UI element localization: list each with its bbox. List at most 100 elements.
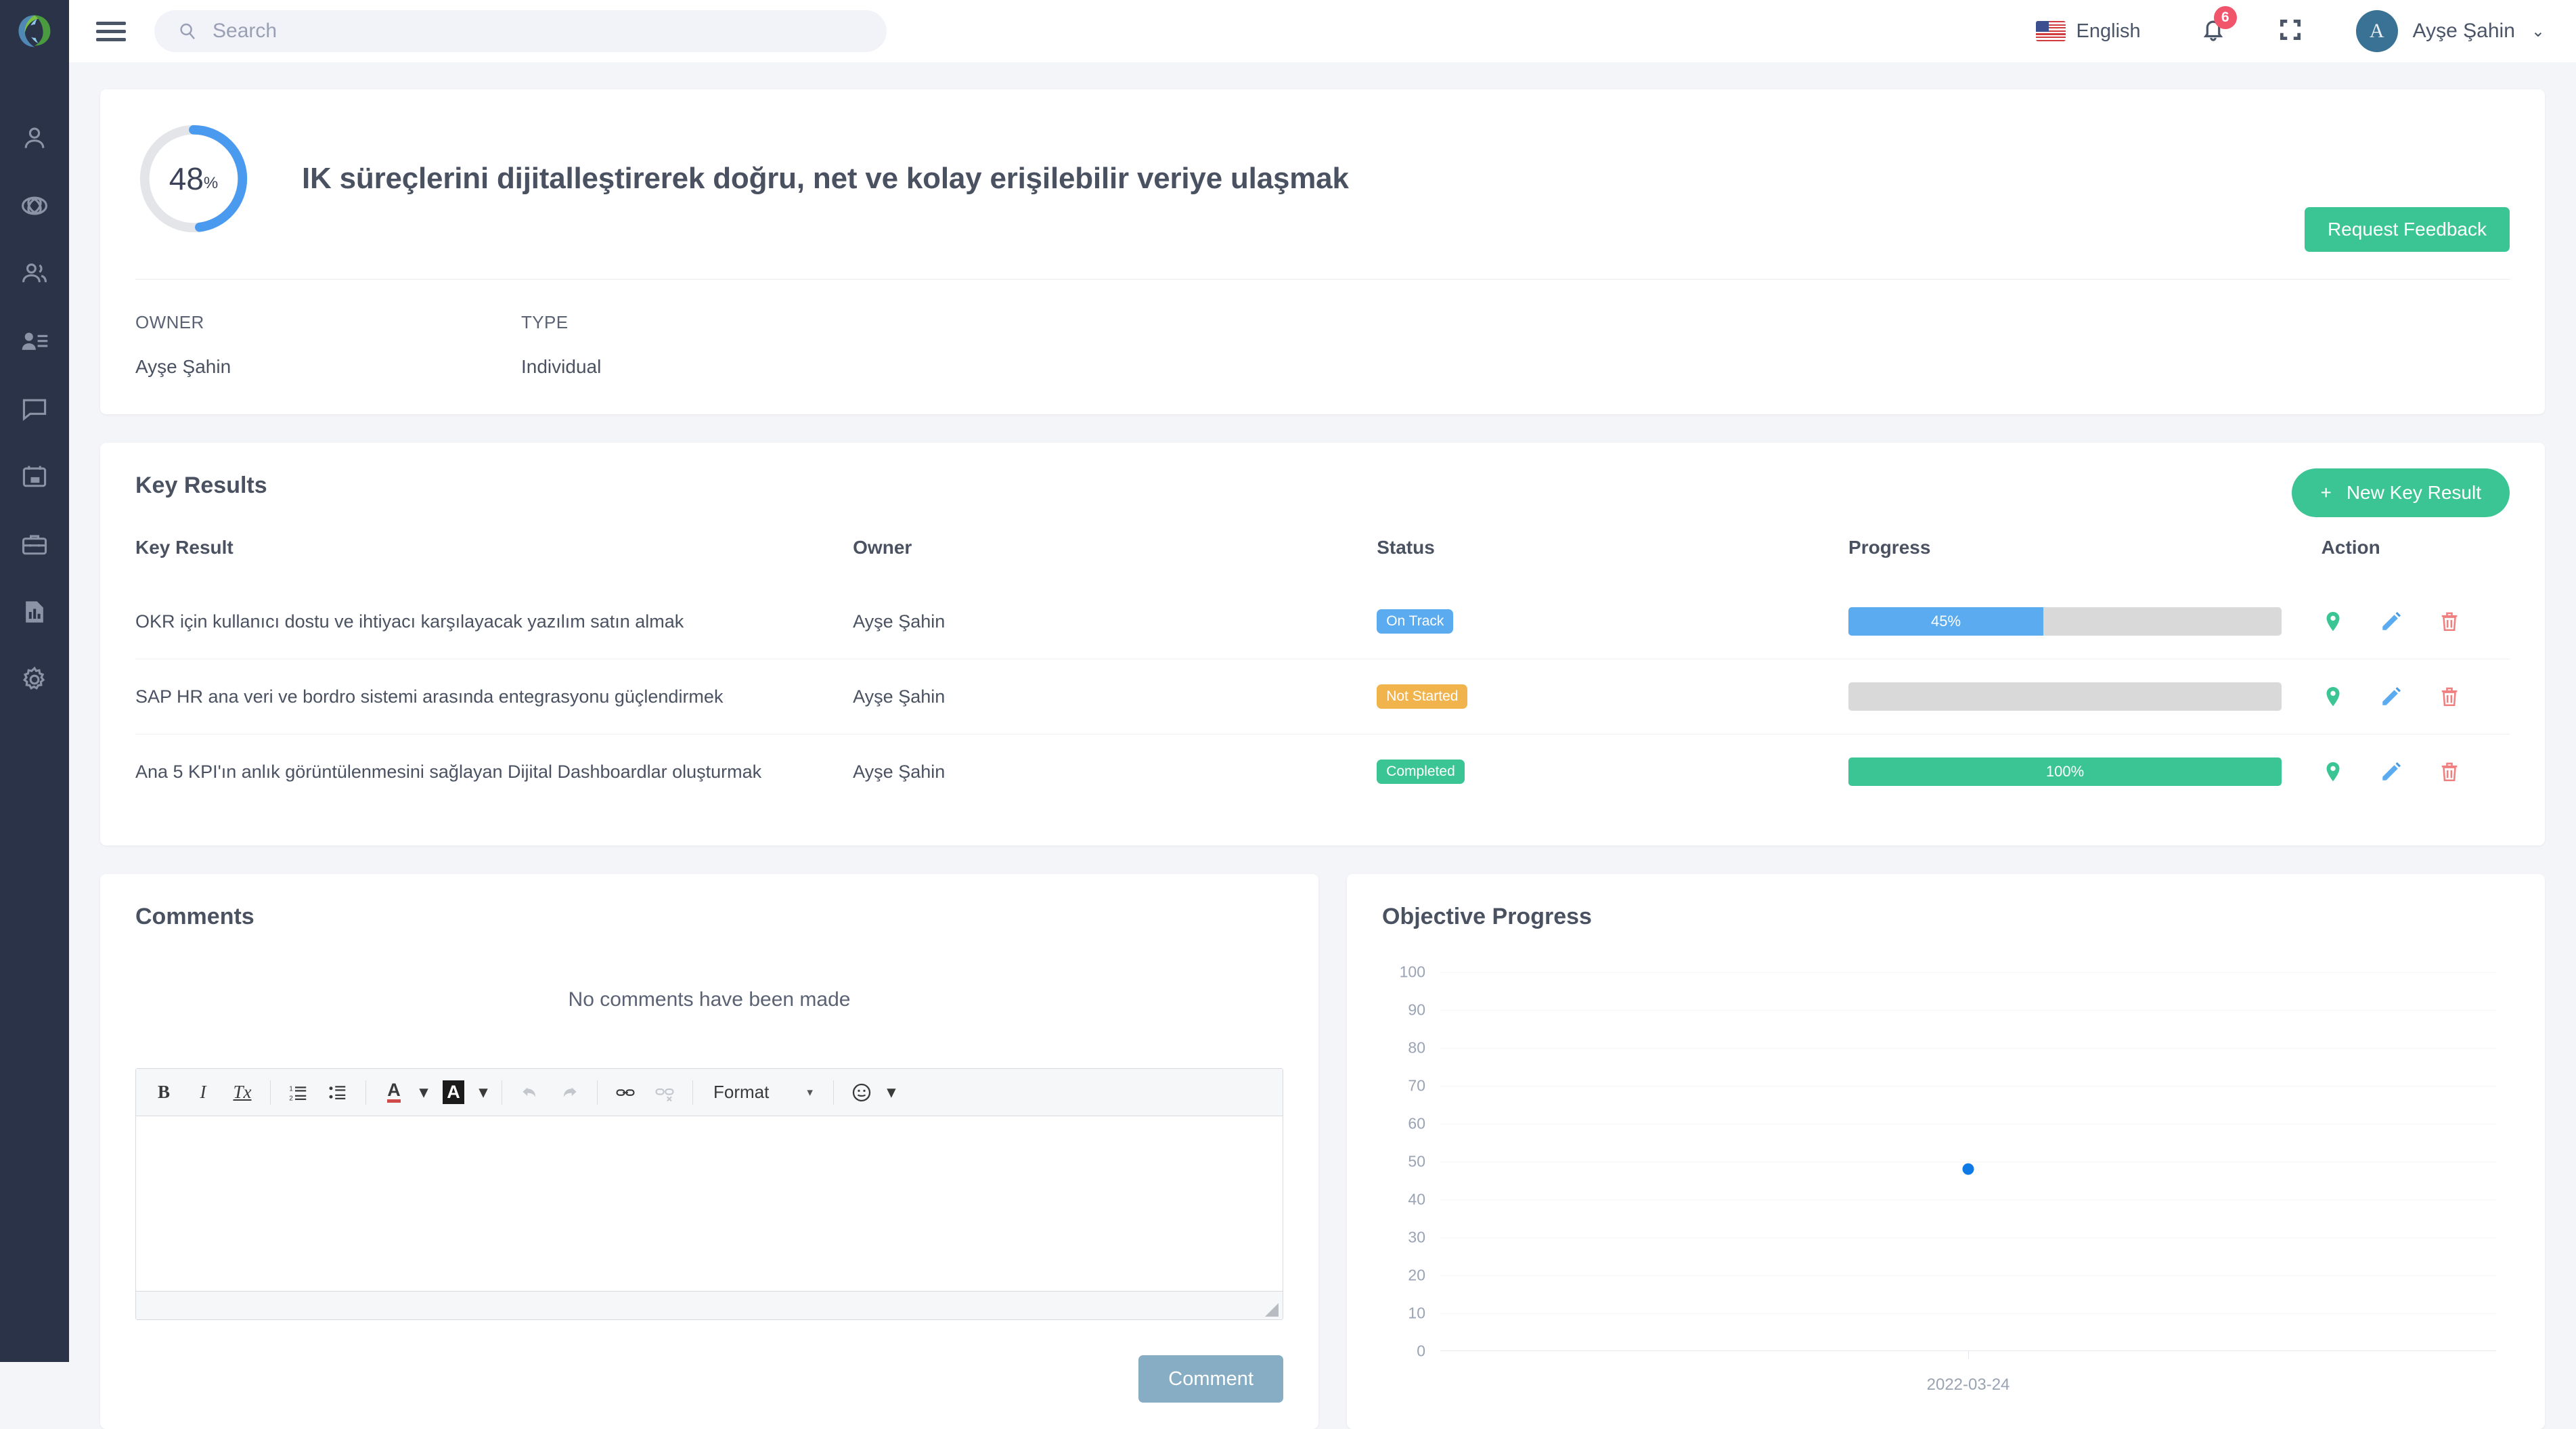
- sidebar-item-profile[interactable]: [0, 104, 69, 172]
- data-point[interactable]: [1962, 1163, 1974, 1175]
- emoji-dropdown-icon[interactable]: ▾: [883, 1076, 900, 1109]
- redo-icon[interactable]: [551, 1076, 587, 1109]
- edit-pencil-icon[interactable]: [2380, 685, 2403, 708]
- column-header-action: Action: [2321, 537, 2380, 558]
- user-list-icon: [22, 332, 48, 350]
- search-box[interactable]: [154, 10, 887, 52]
- avatar: A: [2355, 10, 2398, 52]
- new-key-result-button[interactable]: + New Key Result: [2292, 468, 2510, 517]
- y-tick-label: 70: [1408, 1076, 1425, 1095]
- undo-icon[interactable]: [512, 1076, 548, 1109]
- sidebar-nav: [0, 104, 69, 713]
- plus-icon: +: [2320, 482, 2332, 503]
- chart-title: Objective Progress: [1382, 904, 1592, 929]
- format-label: Format: [713, 1082, 770, 1102]
- search-icon: [180, 23, 195, 40]
- comment-editor: B I Tx 12 A ▾ A ▾ Format ▾ ▾: [135, 1068, 1283, 1320]
- numbered-list-icon[interactable]: 12: [280, 1076, 317, 1109]
- table-body: OKR için kullanıcı dostu ve ihtiyacı kar…: [135, 584, 2510, 809]
- hamburger-menu-icon[interactable]: [96, 21, 126, 41]
- cell-progress: [1848, 659, 2322, 734]
- bold-button[interactable]: B: [146, 1076, 182, 1109]
- resize-grip-icon[interactable]: [1265, 1303, 1279, 1317]
- x-tick-label: 2022-03-24: [1926, 1376, 2010, 1394]
- location-pin-icon[interactable]: [2322, 760, 2345, 783]
- italic-button[interactable]: I: [185, 1076, 221, 1109]
- remove-format-button[interactable]: Tx: [224, 1076, 261, 1109]
- link-icon[interactable]: [607, 1076, 644, 1109]
- table-row[interactable]: Ana 5 KPI'ın anlık görüntülenmesini sağl…: [135, 734, 2510, 809]
- table-header-row: Key Result Owner Status Progress Action: [135, 537, 2510, 584]
- sidebar-item-reports[interactable]: [0, 578, 69, 646]
- objective-title: IK süreçlerini dijitalleştirerek doğru, …: [302, 162, 1349, 195]
- sidebar-item-objectives[interactable]: [0, 172, 69, 240]
- location-pin-icon[interactable]: [2322, 685, 2345, 708]
- comment-textarea[interactable]: [136, 1116, 1283, 1291]
- gear-icon: [22, 666, 45, 690]
- delete-trash-icon[interactable]: [2438, 610, 2461, 633]
- notifications-button[interactable]: 6: [2200, 5, 2237, 46]
- format-dropdown[interactable]: Format ▾: [703, 1082, 824, 1103]
- person-icon: [24, 127, 45, 148]
- text-color-button[interactable]: A: [376, 1076, 412, 1109]
- delete-trash-icon[interactable]: [2438, 685, 2461, 708]
- editor-toolbar: B I Tx 12 A ▾ A ▾ Format ▾ ▾: [136, 1069, 1283, 1116]
- column-header-progress: Progress: [1848, 537, 1931, 558]
- emoji-icon[interactable]: [843, 1076, 880, 1109]
- language-selector[interactable]: English: [2035, 20, 2141, 43]
- donut-percent-symbol: %: [203, 174, 219, 192]
- objective-card: 48% IK süreçlerini dijitalleştirerek doğ…: [100, 89, 2545, 414]
- comments-card: Comments No comments have been made B I …: [100, 874, 1318, 1429]
- comment-submit-button[interactable]: Comment: [1138, 1355, 1283, 1403]
- edit-pencil-icon[interactable]: [2380, 610, 2403, 633]
- objective-progress-chart: 100 90 80 70 60 50 40 30 20 10 0 2022-03…: [1382, 963, 2510, 1405]
- y-tick-label: 60: [1408, 1114, 1425, 1133]
- bullet-list-icon[interactable]: [319, 1076, 356, 1109]
- status-badge: Not Started: [1377, 684, 1468, 709]
- type-value: Individual: [521, 356, 602, 377]
- background-color-button[interactable]: A: [435, 1076, 472, 1109]
- cell-status: On Track: [1377, 584, 1848, 659]
- sidebar-item-jobs[interactable]: [0, 510, 69, 578]
- chevron-down-icon: ⌄: [2531, 22, 2545, 41]
- table-row[interactable]: SAP HR ana veri ve bordro sistemi arasın…: [135, 659, 2510, 734]
- target-icon: [22, 196, 47, 215]
- key-results-table: Key Result Owner Status Progress Action …: [135, 537, 2510, 809]
- table-row[interactable]: OKR için kullanıcı dostu ve ihtiyacı kar…: [135, 584, 2510, 659]
- background-color-dropdown-icon[interactable]: ▾: [474, 1076, 492, 1109]
- cell-progress: 45%: [1848, 584, 2322, 659]
- chart-plot-area: 2022-03-24: [1440, 972, 2496, 1394]
- cell-owner: Ayşe Şahin: [853, 734, 1377, 809]
- key-results-title: Key Results: [135, 472, 267, 498]
- text-color-dropdown-icon[interactable]: ▾: [415, 1076, 432, 1109]
- sidebar-item-settings[interactable]: [0, 646, 69, 713]
- unlink-icon[interactable]: [646, 1076, 683, 1109]
- sidebar-item-directory[interactable]: [0, 307, 69, 375]
- topbar-right: English 6 A Ayşe Şahin ⌄: [2035, 5, 2545, 52]
- delete-trash-icon[interactable]: [2438, 760, 2461, 783]
- location-pin-icon[interactable]: [2322, 610, 2345, 633]
- action-buttons: [2322, 610, 2510, 633]
- app-logo-icon: [18, 15, 51, 47]
- request-feedback-button[interactable]: Request Feedback: [2304, 207, 2510, 252]
- toolbar-separator: [270, 1080, 271, 1105]
- progress-bar: 45%: [1848, 607, 2282, 636]
- language-label: English: [2076, 20, 2141, 42]
- user-menu[interactable]: A Ayşe Şahin ⌄: [2355, 10, 2545, 52]
- sidebar-item-calendar[interactable]: [0, 443, 69, 510]
- gridline: [1440, 972, 2496, 973]
- objective-meta: OWNER Ayşe Şahin TYPE Individual: [135, 312, 2510, 378]
- cell-status: Completed: [1377, 734, 1849, 809]
- y-tick-label: 0: [1417, 1342, 1425, 1360]
- bottom-row: Comments No comments have been made B I …: [100, 874, 2545, 1429]
- sidebar-item-messages[interactable]: [0, 375, 69, 443]
- us-flag-icon: [2035, 21, 2066, 41]
- search-input[interactable]: [213, 20, 822, 43]
- fullscreen-button[interactable]: [2278, 17, 2303, 46]
- gridline: [1440, 1237, 2496, 1238]
- divider: [135, 279, 2510, 280]
- edit-pencil-icon[interactable]: [2380, 760, 2403, 783]
- sidebar-item-teams[interactable]: [0, 240, 69, 307]
- app-logo[interactable]: [0, 0, 69, 62]
- user-name: Ayşe Şahin: [2412, 20, 2515, 42]
